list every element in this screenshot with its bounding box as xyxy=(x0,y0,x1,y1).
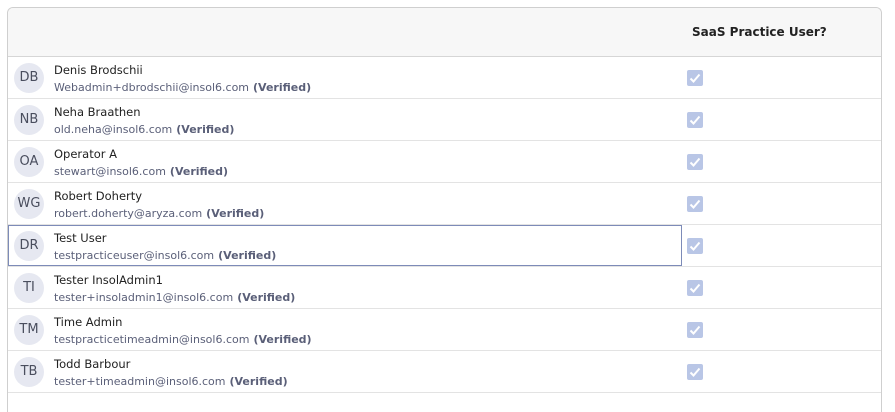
user-name: Robert Doherty xyxy=(54,189,143,203)
table-row[interactable]: DB Denis Brodschii Webadmin+dbrodschii@i… xyxy=(8,57,881,99)
column-header-saas-practice-user: SaaS Practice User? xyxy=(692,25,827,39)
table-row[interactable]: TI Tester InsolAdmin1 tester+insoladmin1… xyxy=(8,267,881,309)
verified-label: (Verified) xyxy=(253,333,312,346)
user-email: old.neha@insol6.com xyxy=(54,123,173,136)
user-email-line: testpracticetimeadmin@insol6.com (Verifie… xyxy=(54,333,312,346)
user-email-line: robert.doherty@aryza.com (Verified) xyxy=(54,207,264,220)
user-email: testpracticeuser@insol6.com xyxy=(54,249,215,262)
avatar: DR xyxy=(14,231,44,261)
checkmark-icon xyxy=(689,367,701,377)
avatar: TM xyxy=(14,315,44,345)
user-email: tester+insoladmin1@insol6.com xyxy=(54,291,234,304)
table-row[interactable]: TB Todd Barbour tester+timeadmin@insol6.… xyxy=(8,351,881,393)
user-name: Test User xyxy=(54,231,107,245)
table-row[interactable]: WG Robert Doherty robert.doherty@aryza.c… xyxy=(8,183,881,225)
user-email: Webadmin+dbrodschii@insol6.com xyxy=(54,81,250,94)
user-email-line: tester+timeadmin@insol6.com (Verified) xyxy=(54,375,288,388)
saas-practice-user-checkbox[interactable] xyxy=(687,280,703,296)
users-table: SaaS Practice User? DB Denis Brodschii W… xyxy=(7,7,882,412)
verified-label: (Verified) xyxy=(176,123,235,136)
user-name: Operator A xyxy=(54,147,117,161)
verified-label: (Verified) xyxy=(229,375,288,388)
user-name: Tester InsolAdmin1 xyxy=(54,273,163,287)
saas-practice-user-checkbox[interactable] xyxy=(687,112,703,128)
table-row[interactable]: NB Neha Braathen old.neha@insol6.com (Ver… xyxy=(8,99,881,141)
verified-label: (Verified) xyxy=(218,249,277,262)
avatar: DB xyxy=(14,63,44,93)
user-name: Denis Brodschii xyxy=(54,63,143,77)
checkmark-icon xyxy=(689,73,701,83)
saas-practice-user-checkbox[interactable] xyxy=(687,322,703,338)
user-email: stewart@insol6.com xyxy=(54,165,166,178)
user-email-line: Webadmin+dbrodschii@insol6.com (Verified) xyxy=(54,81,311,94)
user-email-line: tester+insoladmin1@insol6.com (Verified) xyxy=(54,291,295,304)
checkmark-icon xyxy=(689,325,701,335)
user-email-line: old.neha@insol6.com (Verified) xyxy=(54,123,234,136)
user-name: Todd Barbour xyxy=(54,357,131,371)
checkmark-icon xyxy=(689,199,701,209)
avatar: NB xyxy=(14,105,44,135)
user-email: tester+timeadmin@insol6.com xyxy=(54,375,226,388)
user-name: Neha Braathen xyxy=(54,105,141,119)
avatar: OA xyxy=(14,147,44,177)
table-header: SaaS Practice User? xyxy=(8,8,881,57)
checkmark-icon xyxy=(689,241,701,251)
table-row[interactable]: TM Time Admin testpracticetimeadmin@inso… xyxy=(8,309,881,351)
verified-label: (Verified) xyxy=(206,207,265,220)
verified-label: (Verified) xyxy=(253,81,312,94)
verified-label: (Verified) xyxy=(237,291,296,304)
user-email-line: stewart@insol6.com (Verified) xyxy=(54,165,228,178)
avatar: TB xyxy=(14,357,44,387)
saas-practice-user-checkbox[interactable] xyxy=(687,238,703,254)
user-email-line: testpracticeuser@insol6.com (Verified) xyxy=(54,249,276,262)
checkmark-icon xyxy=(689,157,701,167)
saas-practice-user-checkbox[interactable] xyxy=(687,364,703,380)
user-email: robert.doherty@aryza.com xyxy=(54,207,203,220)
saas-practice-user-checkbox[interactable] xyxy=(687,154,703,170)
verified-label: (Verified) xyxy=(169,165,229,178)
checkmark-icon xyxy=(689,115,701,125)
table-row-focused[interactable]: DR Test User testpracticeuser@insol6.com… xyxy=(8,225,881,267)
user-email: testpracticetimeadmin@insol6.com xyxy=(54,333,250,346)
saas-practice-user-checkbox[interactable] xyxy=(687,196,703,212)
saas-practice-user-checkbox[interactable] xyxy=(687,70,703,86)
user-name: Time Admin xyxy=(54,315,123,329)
checkmark-icon xyxy=(689,283,701,293)
avatar: TI xyxy=(14,273,44,303)
table-row[interactable]: OA Operator A stewart@insol6.com (Verifie… xyxy=(8,141,881,183)
avatar: WG xyxy=(14,189,44,219)
